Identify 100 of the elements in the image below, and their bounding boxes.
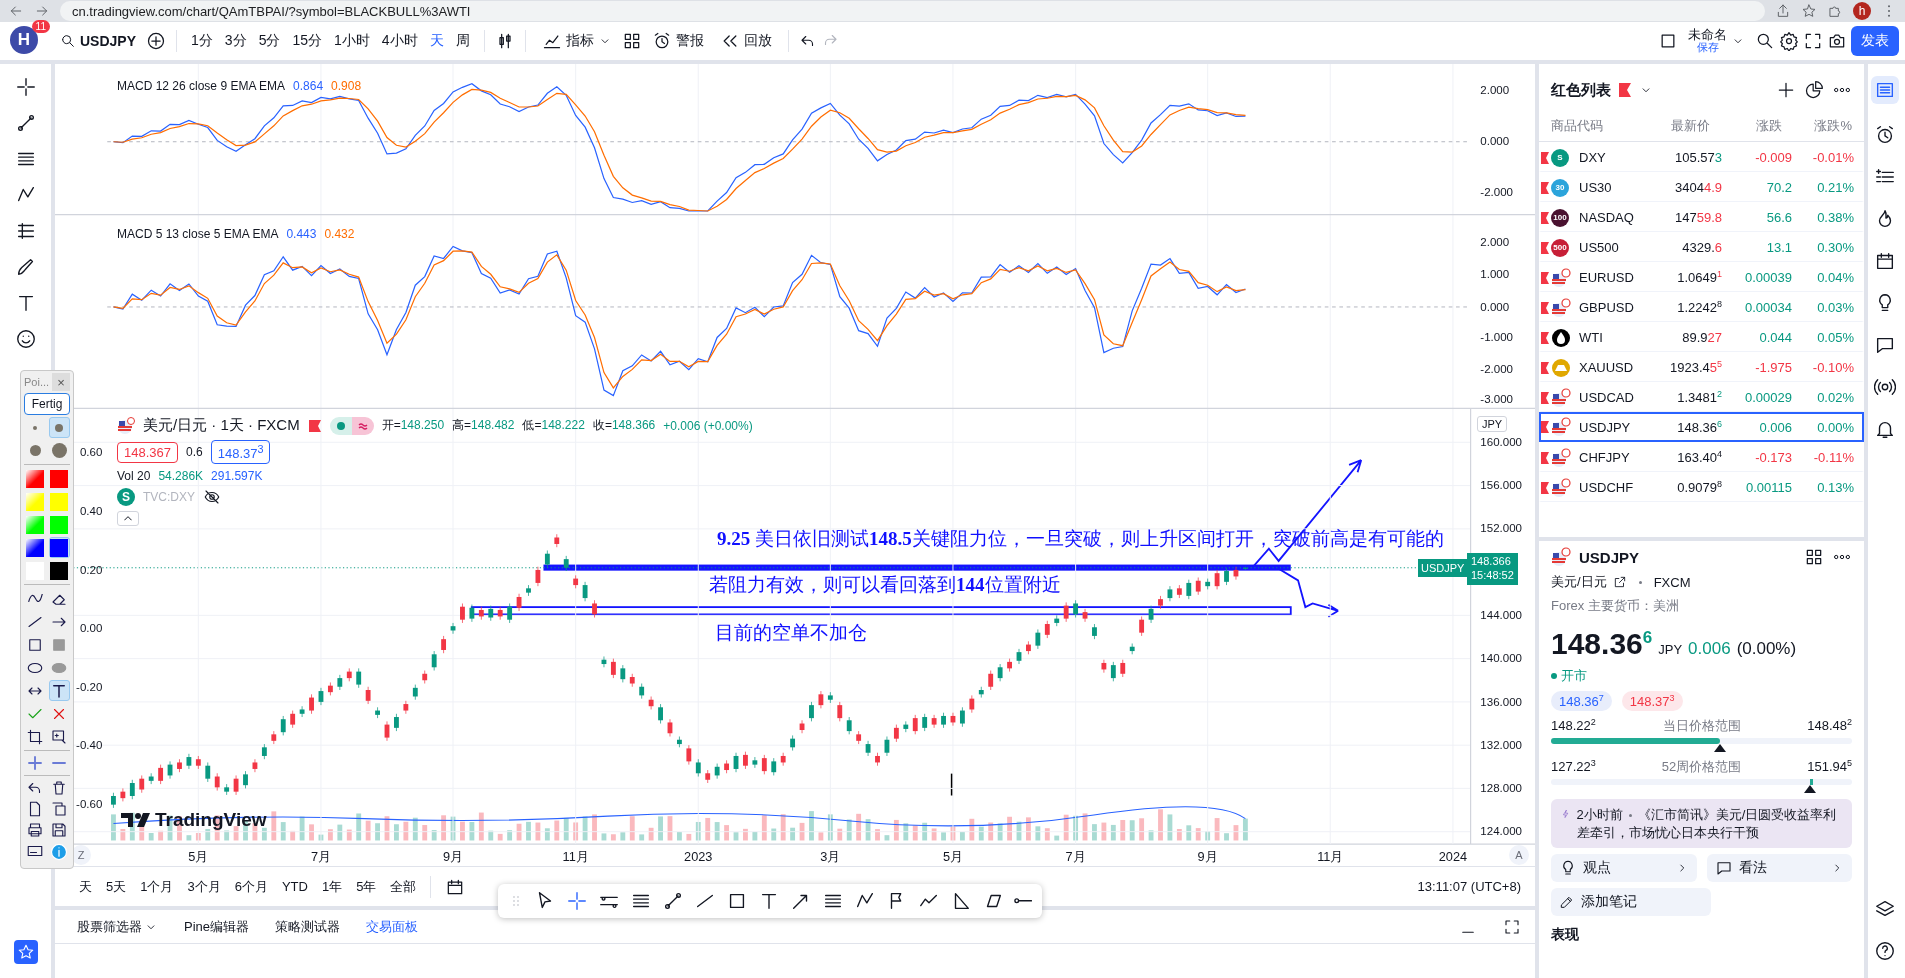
column-header[interactable]: 商品代码 [1551, 116, 1630, 135]
news-card[interactable]: 2小时前 《汇市简讯》美元/日圆受收益率利差牵引，市场忧心日本央行干预 [1551, 799, 1852, 849]
replay-button[interactable]: 回放 [713, 27, 778, 55]
interval-button[interactable]: 3分 [220, 28, 251, 54]
interval-button[interactable]: 15分 [288, 28, 326, 54]
favorites-button[interactable] [13, 940, 38, 964]
watchlist-row[interactable]: 500 US500 4329.6 13.1 0.30% [1539, 232, 1864, 262]
print-icon[interactable] [26, 821, 44, 839]
done-button[interactable]: Fertig [24, 393, 70, 415]
interval-button[interactable]: 4小时 [377, 28, 422, 54]
ray-tool[interactable] [1014, 898, 1033, 904]
help-icon[interactable] [1873, 940, 1896, 962]
currency-button[interactable]: JPY [1477, 416, 1508, 432]
trend-angle-tool[interactable] [662, 890, 684, 912]
change-cell-text: 0.00115 [1744, 480, 1792, 495]
back-icon[interactable] [8, 3, 24, 19]
color-swatch[interactable] [48, 468, 70, 489]
pie-chart-icon[interactable] [1804, 80, 1824, 100]
axis-button[interactable]: A [1509, 845, 1529, 865]
color-swatch[interactable] [48, 491, 70, 512]
watchlist-row[interactable]: GBPUSD 1.2242$^{8}$ 0.00034 0.03% [1539, 292, 1864, 322]
broadcast-icon[interactable] [1873, 376, 1896, 398]
watchlist-title[interactable]: 红色列表 [1551, 80, 1611, 100]
interval-button[interactable]: 周 [451, 28, 474, 54]
range-button[interactable]: 天 [79, 877, 92, 896]
fullscreen-icon[interactable] [1803, 31, 1823, 51]
publish-button[interactable]: 发表 [1851, 26, 1899, 56]
sell-button[interactable]: 148.367 [117, 441, 178, 463]
star-icon[interactable] [1801, 3, 1817, 19]
range-button[interactable]: YTD [281, 879, 308, 894]
watchlist-row[interactable]: 100 NASDAQ 14759.8 56.6 0.38% [1539, 202, 1864, 232]
avatar[interactable]: H [10, 26, 38, 54]
watchlist-row[interactable]: USDCAD 1.3481$^{2}$ 0.00029 0.02% [1539, 382, 1864, 412]
add-symbol-icon[interactable] [146, 31, 167, 51]
emoji-icon[interactable] [14, 328, 37, 350]
range-button[interactable]: 1个月 [140, 877, 174, 896]
status-pill[interactable] [329, 416, 374, 435]
symbol-search[interactable]: USDJPY [54, 29, 143, 53]
interval-button[interactable]: 1小时 [330, 28, 374, 54]
add-icon[interactable] [1776, 80, 1796, 100]
panel-tab[interactable]: 交易面板 [366, 917, 419, 936]
panel-tab[interactable]: Pine编辑器 [184, 917, 250, 936]
copy-icon[interactable] [50, 800, 68, 818]
puzzle-icon[interactable] [1827, 3, 1843, 19]
column-header[interactable]: 涨跌% [1782, 116, 1852, 135]
panel-tab[interactable]: 策略测试器 [275, 917, 341, 936]
range-button[interactable]: 5年 [356, 877, 377, 896]
column-header[interactable]: 最新价 [1630, 116, 1710, 135]
profile-avatar[interactable]: h [1853, 2, 1871, 20]
flag-icon[interactable] [307, 418, 322, 433]
grid-icon[interactable] [1804, 547, 1824, 567]
color-swatch[interactable] [24, 468, 46, 489]
color-swatch[interactable] [48, 514, 70, 535]
range-button[interactable]: 全部 [390, 877, 417, 896]
alert-button[interactable]: 警报 [645, 27, 710, 55]
share-icon[interactable] [1775, 3, 1791, 19]
brush-size-option[interactable] [48, 417, 70, 438]
range-button[interactable]: 1年 [321, 877, 343, 896]
watchlist-row[interactable]: EURUSD 1.0649$^{1}$ 0.00039 0.04% [1539, 262, 1864, 292]
watchlist-row[interactable]: CHFJPY 163.40$^{4}$ -0.173 -0.11% [1539, 442, 1864, 472]
watchlist-row[interactable]: S DXY 105.573 -0.009 -0.01% [1539, 142, 1864, 172]
range-button[interactable]: 3个月 [187, 877, 221, 896]
watchlist-button[interactable] [1870, 76, 1899, 104]
color-swatch[interactable] [48, 537, 70, 558]
crosshair-icon[interactable] [14, 76, 37, 98]
color-swatch[interactable] [48, 560, 70, 581]
save-icon[interactable] [50, 821, 68, 839]
watchlist-row[interactable]: WTI 89.927 0.044 0.05% [1539, 322, 1864, 352]
indicators-button[interactable]: 指标 [535, 27, 618, 55]
clock-text[interactable]: 13:11:07 (UTC+8) [1417, 879, 1521, 894]
forward-icon[interactable] [34, 3, 50, 19]
watchlist-row[interactable]: USDCHF 0.9079$^{8}$ 0.00115 0.13% [1539, 472, 1864, 502]
watchlist-row[interactable]: 30 US30 34044.9 70.2 0.21% [1539, 172, 1864, 202]
range-button[interactable]: 5天 [106, 877, 127, 896]
search-icon[interactable] [1755, 31, 1775, 51]
interval-button[interactable]: 5分 [254, 28, 285, 54]
interval-button[interactable]: 天 [425, 28, 448, 54]
color-swatch[interactable] [24, 514, 46, 535]
external-link-icon[interactable] [1612, 575, 1627, 589]
range-button[interactable]: 6个月 [234, 877, 268, 896]
panel-button[interactable]: 看法 [1706, 854, 1852, 883]
color-swatch[interactable] [24, 491, 46, 512]
crosshair-tool[interactable] [566, 890, 588, 912]
close-button[interactable]: × [52, 373, 70, 391]
address-bar[interactable]: cn.tradingview.com/chart/QAmTBPAI/?symbol=BLACKBULL%3AWTI [60, 1, 1765, 21]
panel-button[interactable]: 观点 [1551, 854, 1697, 883]
color-swatch[interactable] [24, 537, 46, 558]
trash-icon[interactable] [50, 779, 68, 797]
zoom-in-icon[interactable] [26, 754, 44, 772]
watchlist-row[interactable]: USDJPY 148.36$^{6}$ 0.006 0.00% [1539, 412, 1864, 442]
layout-button[interactable]: 未命名 保存 [1682, 24, 1751, 58]
paint-tool[interactable] [48, 680, 70, 701]
column-header[interactable]: 涨跌 [1710, 116, 1782, 135]
settings-icon[interactable] [1779, 31, 1799, 51]
add-note-button[interactable]: 添加笔记 [1551, 888, 1711, 917]
interval-button[interactable]: 1分 [187, 28, 217, 54]
watchlist-row[interactable]: XAUUSD 1923.45$^{5}$ -1.975 -0.10% [1539, 352, 1864, 382]
panel-tab[interactable]: 股票筛选器 [77, 917, 158, 936]
buy-button[interactable]: 148.37$^{3}$ [210, 440, 271, 465]
maximize-icon[interactable] [1503, 917, 1521, 936]
